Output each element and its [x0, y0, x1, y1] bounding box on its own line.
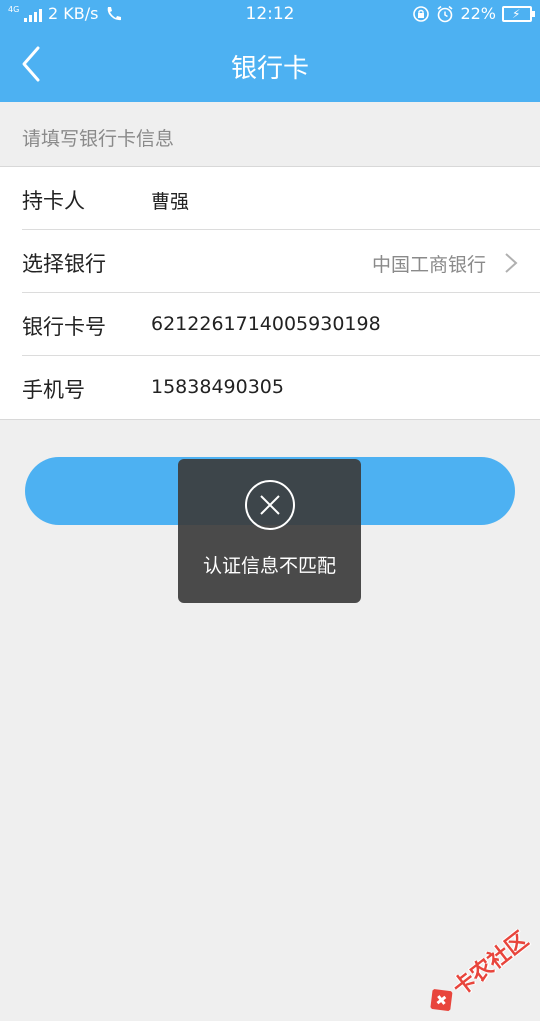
battery-percent: 22% [460, 4, 496, 23]
card-number-label: 银行卡号 [22, 311, 106, 341]
battery-icon: ⚡ [502, 6, 532, 22]
phone-row[interactable]: 手机号 15838490305 [22, 356, 540, 419]
select-bank-label: 选择银行 [22, 248, 106, 278]
close-circle-icon [244, 479, 296, 531]
alarm-icon [436, 5, 454, 23]
cardholder-value: 曹强 [151, 187, 189, 214]
select-bank-row[interactable]: 选择银行 中国工商银行 [22, 230, 540, 293]
card-number-row[interactable]: 银行卡号 6212261714005930198 [22, 293, 540, 356]
phone-label: 手机号 [22, 374, 85, 404]
app-header: 4G 2 KB/s 12:12 22% ⚡ 银行卡 [0, 0, 540, 102]
toast-message: 认证信息不匹配 [178, 551, 361, 578]
cardholder-row: 持卡人 曹强 [22, 167, 540, 230]
form-hint: 请填写银行卡信息 [22, 124, 174, 151]
selected-bank-value: 中国工商银行 [372, 250, 486, 277]
chevron-right-icon [504, 252, 518, 274]
watermark-text: 卡农社区 [445, 923, 534, 1002]
lock-rotation-icon [412, 5, 430, 23]
status-right: 22% ⚡ [412, 4, 532, 23]
bank-card-form: 持卡人 曹强 选择银行 中国工商银行 银行卡号 6212261714005930… [0, 166, 540, 420]
cardholder-label: 持卡人 [22, 185, 85, 215]
phone-field[interactable]: 15838490305 [151, 376, 284, 398]
watermark: 卡农社区 [421, 923, 534, 1021]
error-toast: 认证信息不匹配 [178, 459, 361, 603]
page-title: 银行卡 [0, 48, 540, 85]
status-bar: 4G 2 KB/s 12:12 22% ⚡ [0, 0, 540, 28]
card-number-field[interactable]: 6212261714005930198 [151, 313, 381, 335]
